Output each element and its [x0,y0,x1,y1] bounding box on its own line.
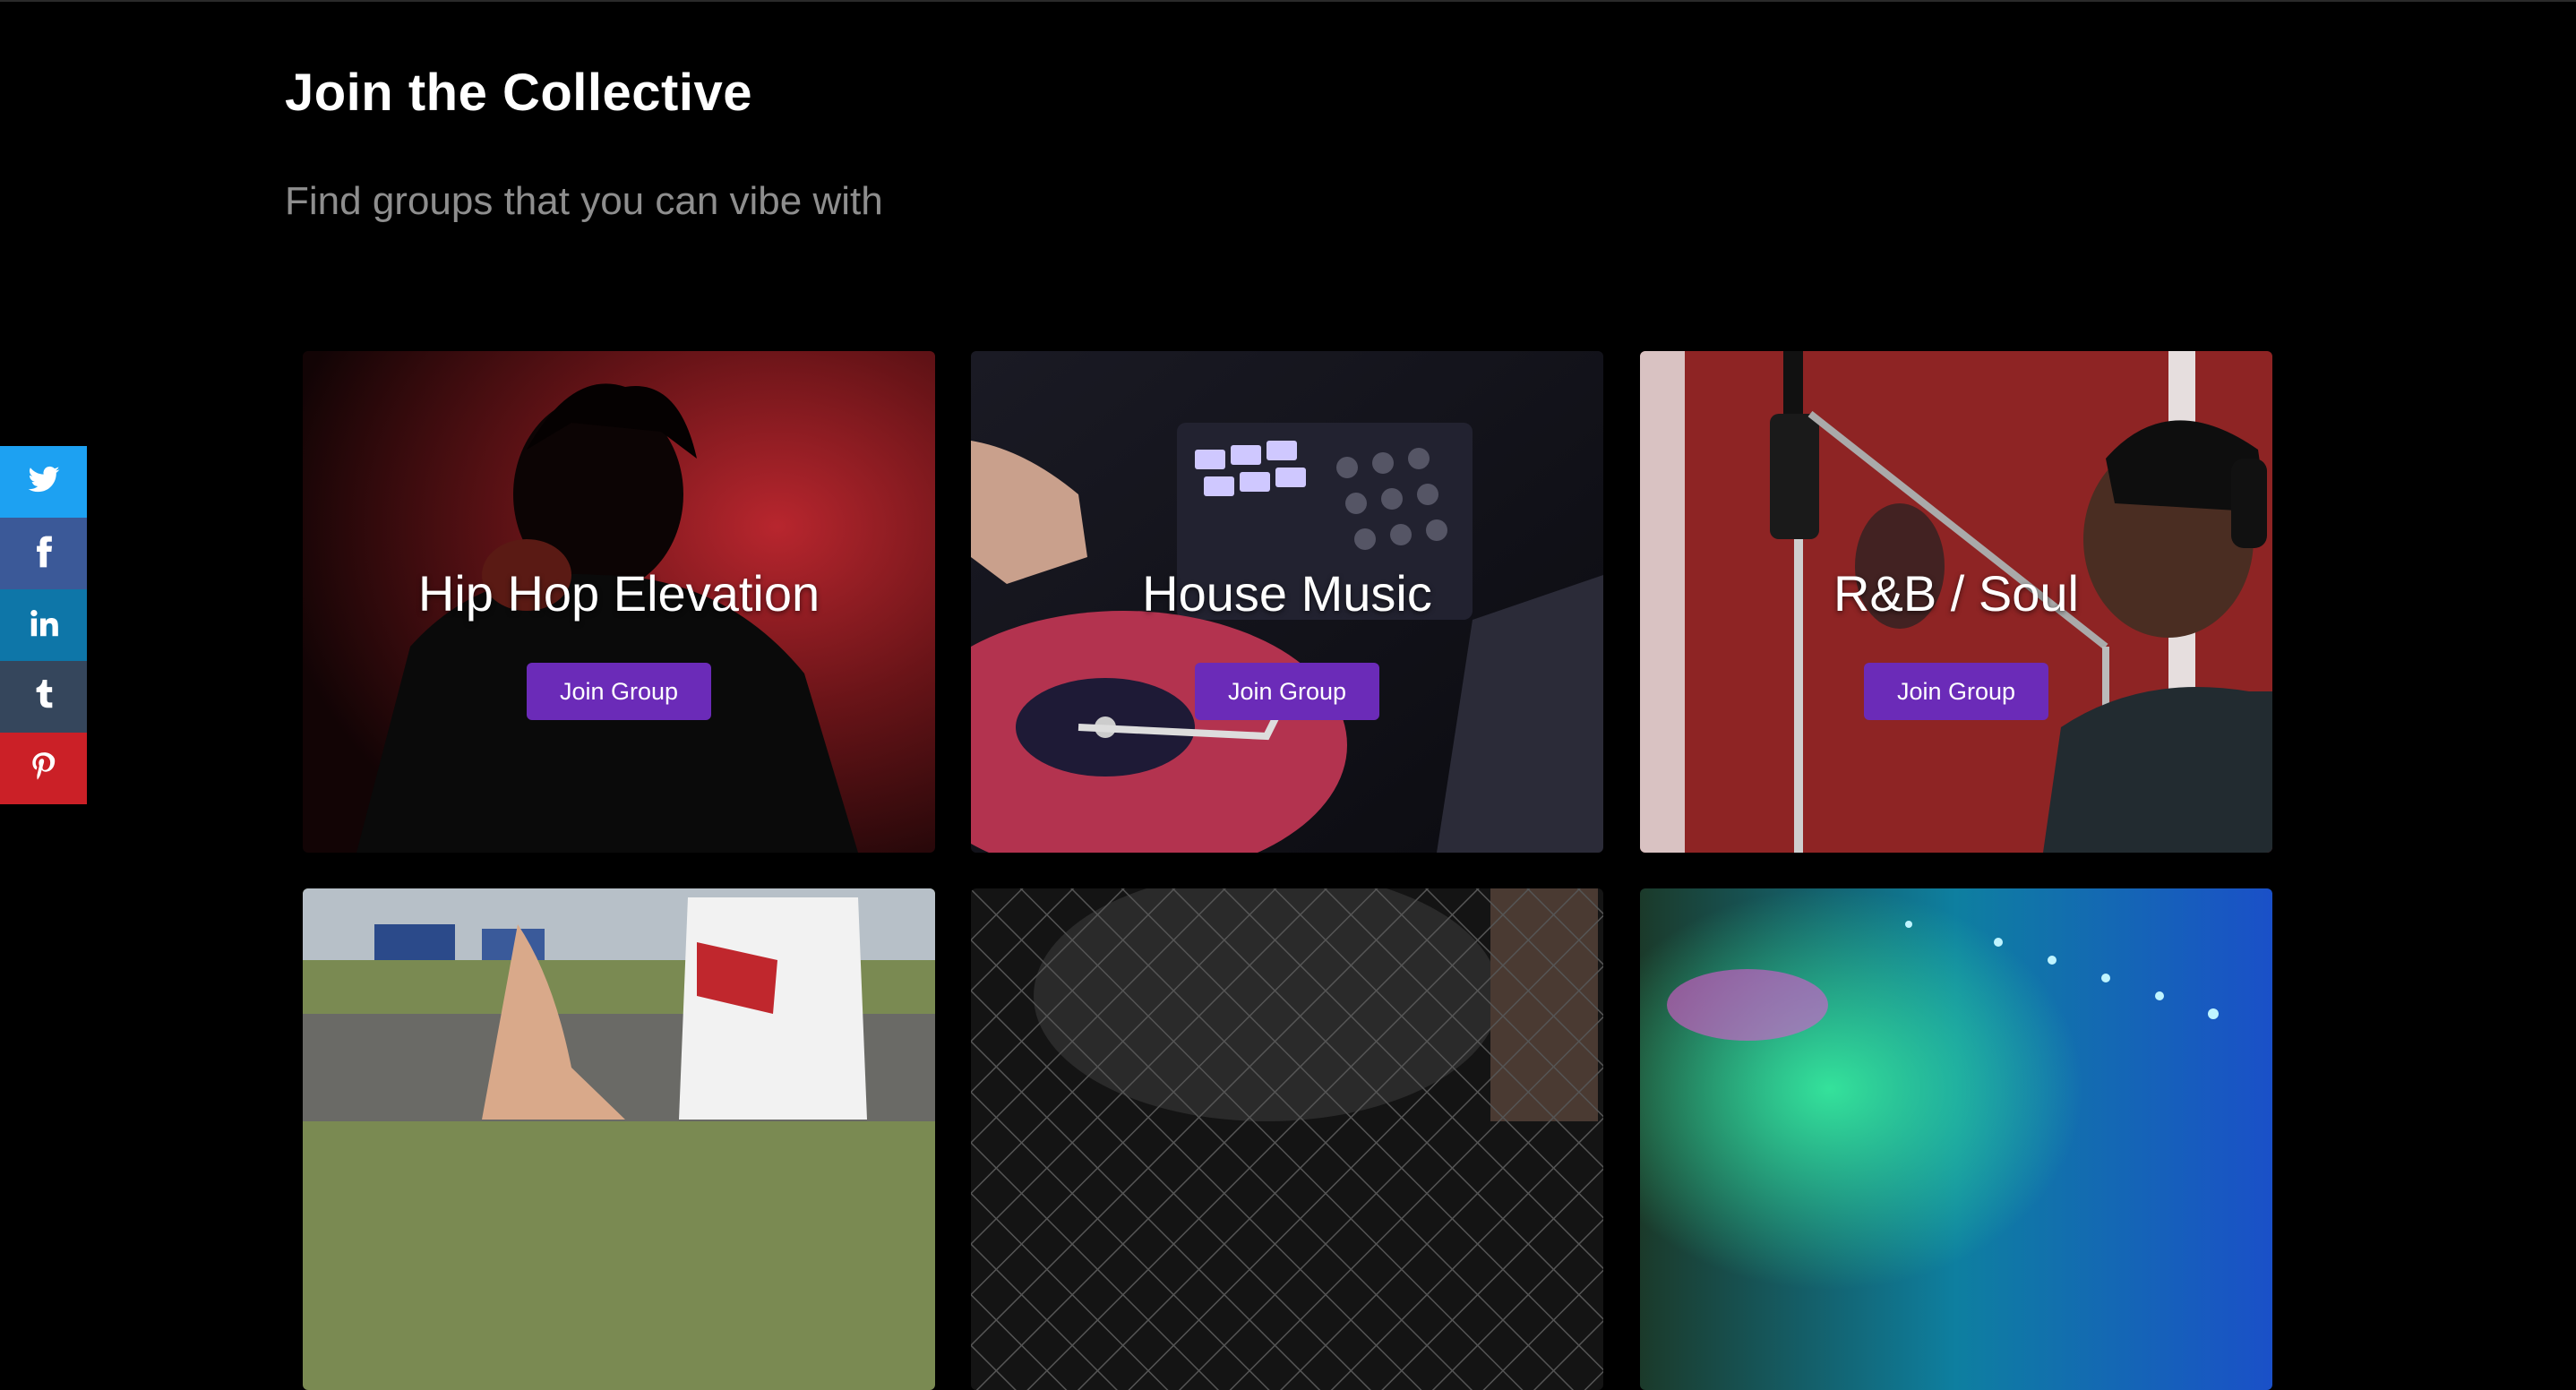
join-group-button[interactable]: Join Group [1195,663,1379,720]
facebook-icon [27,535,61,573]
group-card-hip-hop[interactable]: Hip Hop Elevation Join Group [303,351,935,853]
twitter-icon [27,463,61,502]
pinterest-share-button[interactable] [0,733,87,804]
join-group-button[interactable]: Join Group [527,663,711,720]
top-border [0,0,2576,2]
join-group-button[interactable]: Join Group [1864,663,2048,720]
group-title: House Music [1142,565,1432,622]
linkedin-share-button[interactable] [0,589,87,661]
group-title: Hip Hop Elevation [417,565,820,622]
group-card-rnb-soul[interactable]: R&B / Soul Join Group [1640,351,2272,853]
page-subtitle: Find groups that you can vibe with [285,179,883,223]
group-card-4[interactable] [303,888,935,1390]
facebook-share-button[interactable] [0,518,87,589]
group-card-6[interactable] [1640,888,2272,1390]
tumblr-icon [27,678,61,716]
linkedin-icon [27,606,61,645]
tumblr-share-button[interactable] [0,661,87,733]
pinterest-icon [27,750,61,788]
social-share-bar [0,446,87,804]
page-title: Join the Collective [285,64,752,122]
group-title: R&B / Soul [1833,565,2079,622]
group-card-5[interactable] [971,888,1603,1390]
card-image-5 [971,888,1603,1390]
twitter-share-button[interactable] [0,446,87,518]
card-image-4 [303,888,935,1390]
card-image-6 [1640,888,2272,1390]
group-card-house-music[interactable]: House Music Join Group [971,351,1603,853]
